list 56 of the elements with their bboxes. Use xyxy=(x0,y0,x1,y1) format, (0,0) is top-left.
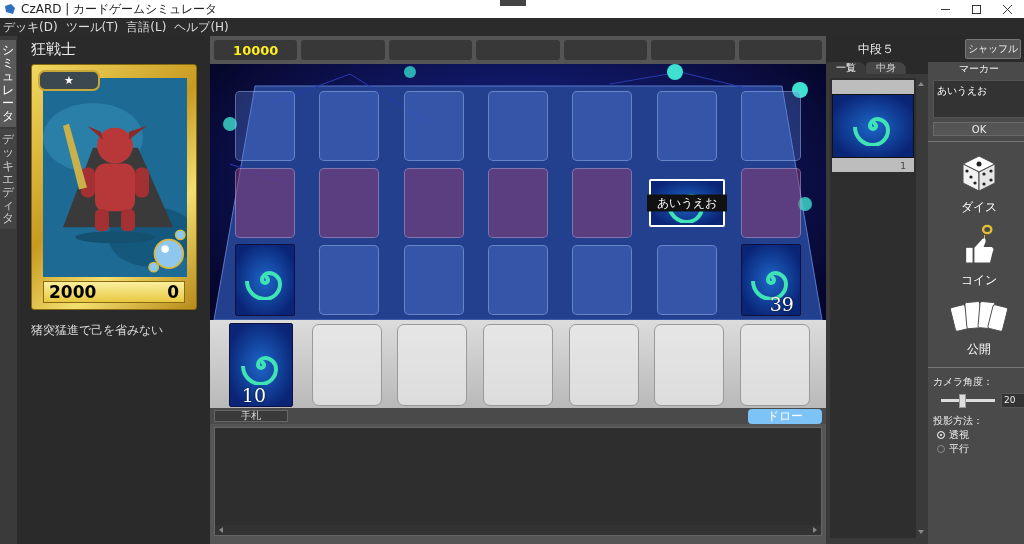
scroll-left-icon[interactable] xyxy=(218,527,224,533)
projection-option[interactable]: 平行 xyxy=(933,442,1024,456)
marker-label: マーカー xyxy=(958,62,1000,76)
app-icon xyxy=(4,3,16,15)
scroll-down-icon[interactable] xyxy=(918,529,924,535)
card-count: 10 xyxy=(241,384,267,406)
ok-button[interactable]: OK xyxy=(933,122,1024,136)
face-down-card[interactable]: 10 xyxy=(228,323,293,407)
card-label: あいうえお xyxy=(646,194,727,212)
drag-handle[interactable] xyxy=(500,0,526,6)
card-slot[interactable] xyxy=(483,324,553,406)
hand-tab[interactable]: 手札 xyxy=(214,410,288,422)
option-label: 平行 xyxy=(949,442,969,456)
card-count: 1 xyxy=(899,160,907,172)
card-slot[interactable] xyxy=(654,324,725,406)
horizontal-scrollbar[interactable] xyxy=(215,525,821,535)
defense-value: 0 xyxy=(167,282,179,302)
option-label: 透視 xyxy=(949,428,969,442)
card-slot[interactable] xyxy=(740,324,811,406)
camera-angle-field[interactable]: 20 xyxy=(1001,393,1024,408)
face-down-card[interactable]: 39 xyxy=(740,243,801,316)
side-tab[interactable]: シミュレータ xyxy=(0,40,16,128)
shuffle-button[interactable]: シャッフル xyxy=(965,39,1021,59)
card-slot[interactable] xyxy=(568,324,639,406)
tab[interactable]: 中身 xyxy=(866,62,906,74)
card-count: 39 xyxy=(769,292,794,315)
rank-badge: ★ xyxy=(38,70,100,91)
scroll-right-icon[interactable] xyxy=(812,527,818,533)
menu-item[interactable]: ツール(T) xyxy=(65,18,119,36)
marker-field[interactable]: あいうえお xyxy=(933,80,1024,118)
menu-item[interactable]: 言語(L) xyxy=(126,18,167,36)
card-slot[interactable] xyxy=(397,324,468,406)
projection-option[interactable]: 透視 xyxy=(933,428,1024,442)
menu-item[interactable]: デッキ(D) xyxy=(3,18,58,36)
maximize-icon[interactable] xyxy=(972,4,981,14)
card-description: 猪突猛進で己を省みない xyxy=(31,322,164,339)
menu-item[interactable]: ヘルプ(H) xyxy=(174,18,229,36)
orb-icon xyxy=(148,227,186,275)
projection-label: 投影方法： xyxy=(933,414,984,428)
window-title: CzARD | カードゲームシミュレータ xyxy=(21,0,218,18)
camera-angle-label: カメラ角度： xyxy=(933,375,994,389)
close-icon[interactable] xyxy=(1003,4,1012,14)
tab[interactable]: 一覧 xyxy=(826,62,866,74)
reveal-button[interactable]: 公開 xyxy=(949,293,1009,362)
list-card[interactable]: 1 xyxy=(832,80,914,172)
coin-button[interactable]: コイン xyxy=(959,220,999,293)
dice-button[interactable]: ダイス xyxy=(959,147,999,220)
scroll-up-icon[interactable] xyxy=(918,81,924,87)
card-name: 狂戦士 xyxy=(31,40,77,60)
face-down-card[interactable] xyxy=(235,243,296,316)
attack-value: 2000 xyxy=(49,282,97,302)
slider-thumb[interactable] xyxy=(958,393,966,408)
side-tab[interactable]: デッキエディタ xyxy=(0,129,16,230)
zone-title: 中段５ xyxy=(857,40,895,58)
card-slot[interactable] xyxy=(311,324,382,406)
life-counter: 10000 xyxy=(214,40,298,60)
